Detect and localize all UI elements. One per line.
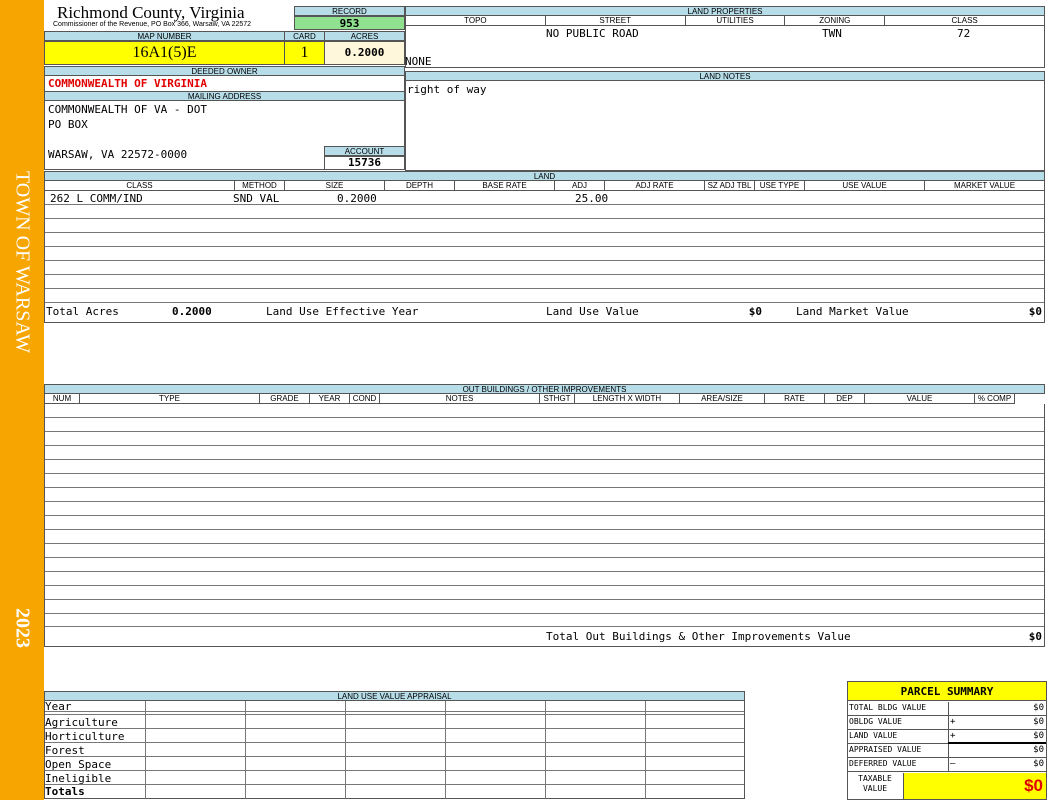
col-size: SIZE bbox=[285, 181, 385, 191]
mailing-address-line1: COMMONWEALTH OF VA - DOT bbox=[48, 103, 207, 116]
mailing-address-line3: WARSAW, VA 22572-0000 bbox=[48, 148, 188, 161]
outbuildings-total-value: $0 bbox=[1028, 630, 1042, 643]
summary-row-deferred: DEFERRED VALUE – $0 bbox=[848, 758, 1048, 772]
col-utilities: UTILITIES bbox=[685, 16, 786, 26]
taxable-value-label: TAXABLE VALUE bbox=[858, 774, 892, 793]
account-label: ACCOUNT bbox=[324, 146, 405, 156]
col-year: YEAR bbox=[310, 394, 350, 404]
summary-row-appraised: APPRAISED VALUE $0 bbox=[848, 744, 1048, 758]
land-label: LAND bbox=[44, 171, 1045, 181]
acres-value: 0.2000 bbox=[324, 41, 405, 65]
land-market-value-label: Land Market Value bbox=[796, 305, 909, 318]
col-dep: DEP bbox=[825, 394, 865, 404]
deeded-owner-label: DEEDED OWNER bbox=[44, 66, 405, 76]
land-notes-box bbox=[405, 81, 1045, 171]
col-adj-rate: ADJ RATE bbox=[605, 181, 705, 191]
col-use-value: USE VALUE bbox=[805, 181, 925, 191]
appraisal-row-agriculture: Agriculture bbox=[45, 716, 118, 729]
map-number: 16A1(5)E bbox=[44, 41, 285, 65]
col-use-type: USE TYPE bbox=[755, 181, 805, 191]
col-topo: TOPO bbox=[406, 16, 546, 26]
mailing-address-label: MAILING ADDRESS bbox=[44, 91, 405, 101]
taxable-value: $0 bbox=[903, 773, 1046, 799]
acres-label: ACRES bbox=[324, 31, 405, 41]
col-class: CLASS bbox=[885, 16, 1045, 26]
street-value: NO PUBLIC ROAD bbox=[546, 27, 639, 40]
outbuildings-table bbox=[44, 404, 1045, 647]
land-columns: CLASS METHOD SIZE DEPTH BASE RATE ADJ AD… bbox=[44, 181, 1045, 191]
land-row-method: SND VAL bbox=[233, 192, 280, 205]
land-properties-label: LAND PROPERTIES bbox=[405, 6, 1045, 16]
card-label: CARD bbox=[284, 31, 325, 41]
col-num: NUM bbox=[45, 394, 80, 404]
land-row-size: 0.2000 bbox=[337, 192, 377, 205]
county-title: Richmond County, Virginia bbox=[57, 3, 245, 22]
land-row-class: 262 L COMM/IND bbox=[50, 192, 143, 205]
col-zoning: ZONING bbox=[785, 16, 886, 26]
col-depth: DEPTH bbox=[385, 181, 455, 191]
card-number: 1 bbox=[284, 41, 325, 65]
land-market-value: $0 bbox=[1028, 305, 1042, 318]
col-type: TYPE bbox=[80, 394, 260, 404]
tax-year: 2023 bbox=[11, 608, 34, 648]
appraisal-row-ineligible: Ineligible bbox=[45, 772, 112, 785]
land-use-value-label: Land Use Value bbox=[546, 305, 639, 318]
total-acres-label: Total Acres bbox=[46, 305, 119, 318]
outbuildings-columns: NUM TYPE GRADE YEAR COND NOTES STHGT LEN… bbox=[44, 394, 1045, 404]
commissioner-address: Commissioner of the Revenue, PO Box 366,… bbox=[53, 21, 252, 28]
col-rate: RATE bbox=[765, 394, 825, 404]
appraisal-row-horticulture: Horticulture bbox=[45, 730, 125, 743]
appraisal-row-forest: Forest bbox=[45, 744, 85, 757]
land-notes-label: LAND NOTES bbox=[405, 71, 1045, 81]
land-use-effective-year-label: Land Use Effective Year bbox=[266, 305, 419, 318]
col-area-size: AREA/SIZE bbox=[680, 394, 765, 404]
record-label: RECORD bbox=[294, 6, 405, 16]
record-number: 953 bbox=[294, 16, 405, 30]
appraisal-row-open-space: Open Space bbox=[45, 758, 112, 771]
parcel-summary: PARCEL SUMMARY TOTAL BLDG VALUE $0 OBLDG… bbox=[847, 681, 1047, 800]
town-name: TOWN OF WARSAW bbox=[11, 170, 34, 354]
summary-row-obldg: OBLDG VALUE + $0 bbox=[848, 716, 1048, 730]
total-acres-value: 0.2000 bbox=[172, 305, 212, 318]
col-market-value: MARKET VALUE bbox=[925, 181, 1045, 191]
land-table bbox=[44, 191, 1045, 323]
zoning-value: TWN bbox=[822, 27, 842, 40]
map-number-label: MAP NUMBER bbox=[44, 31, 285, 41]
land-notes-text: right of way bbox=[407, 83, 487, 96]
land-row-adj: 25.00 bbox=[575, 192, 609, 205]
appraisal-row-year: Year bbox=[45, 700, 72, 713]
mailing-address-line2: PO BOX bbox=[48, 118, 88, 131]
land-properties-box bbox=[405, 26, 1045, 68]
col-method: METHOD bbox=[235, 181, 285, 191]
col-sthgt: STHGT bbox=[540, 394, 575, 404]
land-properties-extra: NONE bbox=[405, 55, 432, 68]
col-land-class: CLASS bbox=[45, 181, 235, 191]
land-properties-columns: TOPO STREET UTILITIES ZONING CLASS bbox=[405, 16, 1045, 26]
land-use-value: $0 bbox=[748, 305, 762, 318]
summary-row-land: LAND VALUE + $0 bbox=[848, 730, 1048, 744]
land-use-appraisal-label: LAND USE VALUE APPRAISAL bbox=[44, 691, 745, 701]
col-grade: GRADE bbox=[260, 394, 310, 404]
col-value: VALUE bbox=[865, 394, 975, 404]
sidebar: TOWN OF WARSAW 2023 bbox=[0, 0, 44, 800]
col-street: STREET bbox=[545, 16, 686, 26]
summary-row-total-bldg: TOTAL BLDG VALUE $0 bbox=[848, 702, 1048, 716]
outbuildings-label: OUT BUILDINGS / OTHER IMPROVEMENTS bbox=[44, 384, 1045, 394]
col-pct-comp: % COMP bbox=[975, 394, 1015, 404]
col-cond: COND bbox=[350, 394, 380, 404]
land-use-appraisal-table bbox=[44, 701, 745, 799]
account-number: 15736 bbox=[324, 156, 405, 170]
col-base-rate: BASE RATE bbox=[455, 181, 555, 191]
parcel-summary-title: PARCEL SUMMARY bbox=[848, 682, 1046, 701]
col-sz-adj-tbl: SZ ADJ TBL bbox=[705, 181, 755, 191]
class-value: 72 bbox=[957, 27, 971, 40]
col-notes: NOTES bbox=[380, 394, 540, 404]
outbuildings-total-label: Total Out Buildings & Other Improvements… bbox=[546, 630, 851, 643]
col-adj: ADJ bbox=[555, 181, 605, 191]
appraisal-row-totals: Totals bbox=[45, 785, 85, 798]
col-length-width: LENGTH X WIDTH bbox=[575, 394, 680, 404]
deeded-owner: COMMONWEALTH OF VIRGINIA bbox=[44, 76, 405, 91]
